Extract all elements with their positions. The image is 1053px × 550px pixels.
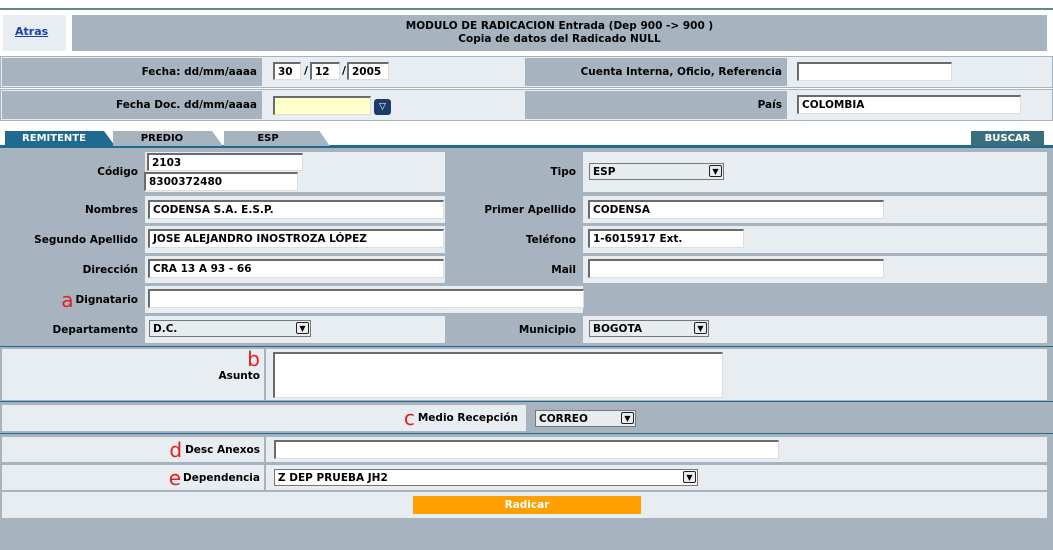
- asunto-textarea[interactable]: [273, 352, 723, 398]
- nit-input[interactable]: 8300372480: [144, 172, 298, 191]
- cuenta-input[interactable]: [797, 62, 952, 81]
- departamento-label: Departamento: [52, 323, 139, 336]
- tab-predio[interactable]: PREDIO: [113, 131, 223, 146]
- tab-esp[interactable]: ESP: [224, 131, 330, 146]
- fecha-doc-input[interactable]: [273, 96, 371, 115]
- radicar-button[interactable]: Radicar: [413, 496, 641, 514]
- chevron-down-icon: ▼: [296, 322, 309, 334]
- tab-remitente[interactable]: REMITENTE: [5, 131, 115, 146]
- direccion-label: Dirección: [82, 263, 138, 276]
- dependencia-select[interactable]: Z DEP PRUEBA JH2 ▼: [274, 469, 698, 486]
- page-header: MODULO DE RADICACION Entrada (Dep 900 ->…: [72, 15, 1047, 51]
- fecha-month-input[interactable]: 12: [310, 62, 340, 80]
- back-link[interactable]: Atras: [15, 25, 48, 38]
- tipo-select-value: ESP: [593, 165, 616, 178]
- annotation-marker: b: [247, 347, 260, 371]
- top-rule: [0, 8, 1053, 10]
- tab-esp-label: ESP: [257, 133, 279, 144]
- mail-label: Mail: [551, 263, 576, 276]
- desc-anexos-label-group: d Desc Anexos: [2, 437, 264, 462]
- nombres-input[interactable]: CODENSA S.A. E.S.P.: [148, 200, 444, 219]
- chevron-down-icon: ▼: [709, 165, 722, 177]
- annotation-marker: d: [169, 437, 183, 462]
- primer-apellido-input[interactable]: CODENSA: [588, 200, 884, 219]
- direccion-input[interactable]: CRA 13 A 93 - 66: [148, 259, 444, 278]
- departamento-select-value: D.C.: [153, 322, 178, 335]
- fecha-year-input[interactable]: 2005: [347, 62, 389, 80]
- dignatario-label-cell: a Dignatario: [2, 286, 142, 313]
- tipo-label: Tipo: [550, 166, 577, 178]
- telefono-label: Teléfono: [525, 233, 576, 246]
- fecha-day-input[interactable]: 30: [273, 62, 301, 80]
- asunto-label-group: b Asunto: [2, 347, 264, 400]
- annotation-marker: e: [168, 465, 182, 490]
- medio-select[interactable]: CORREO ▼: [535, 410, 636, 427]
- chevron-down-icon: ▼: [683, 471, 696, 483]
- chevron-down-icon: ▼: [694, 322, 707, 334]
- municipio-select[interactable]: BOGOTA ▼: [589, 320, 709, 337]
- mail-input[interactable]: [588, 259, 884, 278]
- telefono-input[interactable]: 1-6015917 Ext.: [588, 229, 744, 248]
- buscar-button[interactable]: BUSCAR: [971, 131, 1044, 146]
- tab-predio-label: PREDIO: [140, 133, 184, 144]
- segundo-apellido-label: Segundo Apellido: [34, 233, 138, 246]
- nombres-label: Nombres: [84, 203, 138, 216]
- pais-input[interactable]: COLOMBIA: [797, 95, 1021, 114]
- annotation-marker: c: [403, 406, 415, 430]
- medio-label: Medio Recepción: [417, 412, 518, 424]
- cuenta-label: Cuenta Interna, Oficio, Referencia: [525, 58, 787, 86]
- dignatario-input[interactable]: [148, 289, 584, 308]
- dependencia-select-value: Z DEP PRUEBA JH2: [278, 471, 388, 484]
- fecha-doc-label: Fecha Doc. dd/mm/aaaa: [2, 91, 262, 119]
- municipio-label: Municipio: [518, 323, 576, 336]
- desc-anexos-label: Desc Anexos: [185, 443, 260, 456]
- codigo-label: Código: [97, 166, 138, 178]
- asunto-label: Asunto: [218, 370, 260, 382]
- page-title: MODULO DE RADICACION Entrada (Dep 900 ->…: [405, 20, 714, 32]
- codigo-input[interactable]: 2103: [147, 153, 303, 171]
- dignatario-label: Dignatario: [75, 293, 139, 306]
- medio-label-group: c Medio Recepción: [2, 405, 522, 431]
- dependencia-label-group: e Dependencia: [2, 465, 264, 490]
- primer-apellido-label: Primer Apellido: [484, 203, 576, 216]
- page-subtitle: Copia de datos del Radicado NULL: [458, 33, 661, 45]
- dependencia-label: Dependencia: [183, 471, 260, 484]
- calendar-dropdown-icon[interactable]: ▽: [374, 99, 391, 115]
- chevron-down-icon: ▼: [621, 412, 634, 424]
- fecha-label: Fecha: dd/mm/aaaa: [2, 58, 262, 86]
- date-separator: /: [303, 64, 309, 77]
- departamento-select[interactable]: D.C. ▼: [149, 320, 311, 337]
- municipio-select-value: BOGOTA: [593, 322, 642, 335]
- segundo-apellido-input[interactable]: JOSE ALEJANDRO INOSTROZA LÓPEZ: [148, 229, 444, 248]
- desc-anexos-input[interactable]: [274, 440, 779, 459]
- medio-select-value: CORREO: [539, 412, 588, 425]
- tipo-select[interactable]: ESP ▼: [589, 163, 724, 180]
- tab-remitente-label: REMITENTE: [22, 133, 86, 144]
- pais-label: País: [525, 91, 787, 119]
- annotation-marker: a: [61, 287, 74, 312]
